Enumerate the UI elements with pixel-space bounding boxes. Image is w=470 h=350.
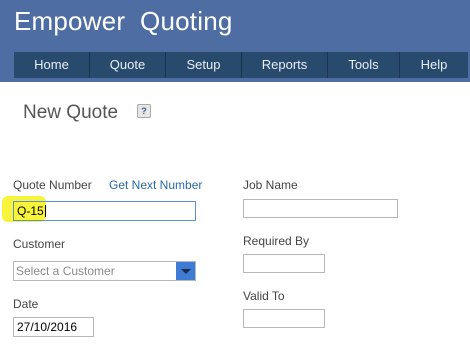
nav-item-home[interactable]: Home bbox=[14, 52, 90, 78]
text-caret bbox=[44, 205, 46, 217]
customer-label: Customer bbox=[13, 237, 66, 251]
page-title: New Quote bbox=[23, 102, 119, 123]
main-nav: Home Quote Setup Reports Tools Help bbox=[14, 52, 468, 78]
quote-number-value: Q-15 bbox=[17, 204, 44, 218]
required-by-input[interactable] bbox=[243, 254, 325, 273]
required-by-label: Required By bbox=[243, 234, 310, 248]
chevron-down-icon[interactable] bbox=[176, 262, 195, 280]
job-name-input[interactable] bbox=[243, 199, 398, 218]
valid-to-label: Valid To bbox=[243, 289, 285, 303]
get-next-number-link[interactable]: Get Next Number bbox=[109, 178, 202, 192]
app-header: Empower Quoting Home Quote Setup Reports… bbox=[0, 0, 470, 82]
date-label: Date bbox=[13, 297, 39, 311]
customer-select-placeholder: Select a Customer bbox=[16, 264, 115, 278]
valid-to-input[interactable] bbox=[243, 309, 325, 328]
nav-item-tools[interactable]: Tools bbox=[328, 52, 400, 78]
nav-item-quote[interactable]: Quote bbox=[90, 52, 166, 78]
quote-number-label: Quote Number bbox=[13, 178, 92, 192]
job-name-label: Job Name bbox=[243, 178, 298, 192]
nav-item-help[interactable]: Help bbox=[400, 52, 468, 78]
nav-item-setup[interactable]: Setup bbox=[166, 52, 242, 78]
app-title: Empower Quoting bbox=[14, 6, 233, 36]
help-icon[interactable]: ? bbox=[137, 104, 151, 118]
quote-number-input[interactable]: Q-15 bbox=[13, 201, 196, 221]
customer-select[interactable]: Select a Customer bbox=[13, 261, 196, 281]
nav-item-reports[interactable]: Reports bbox=[242, 52, 328, 78]
date-input[interactable]: 27/10/2016 bbox=[13, 317, 94, 337]
